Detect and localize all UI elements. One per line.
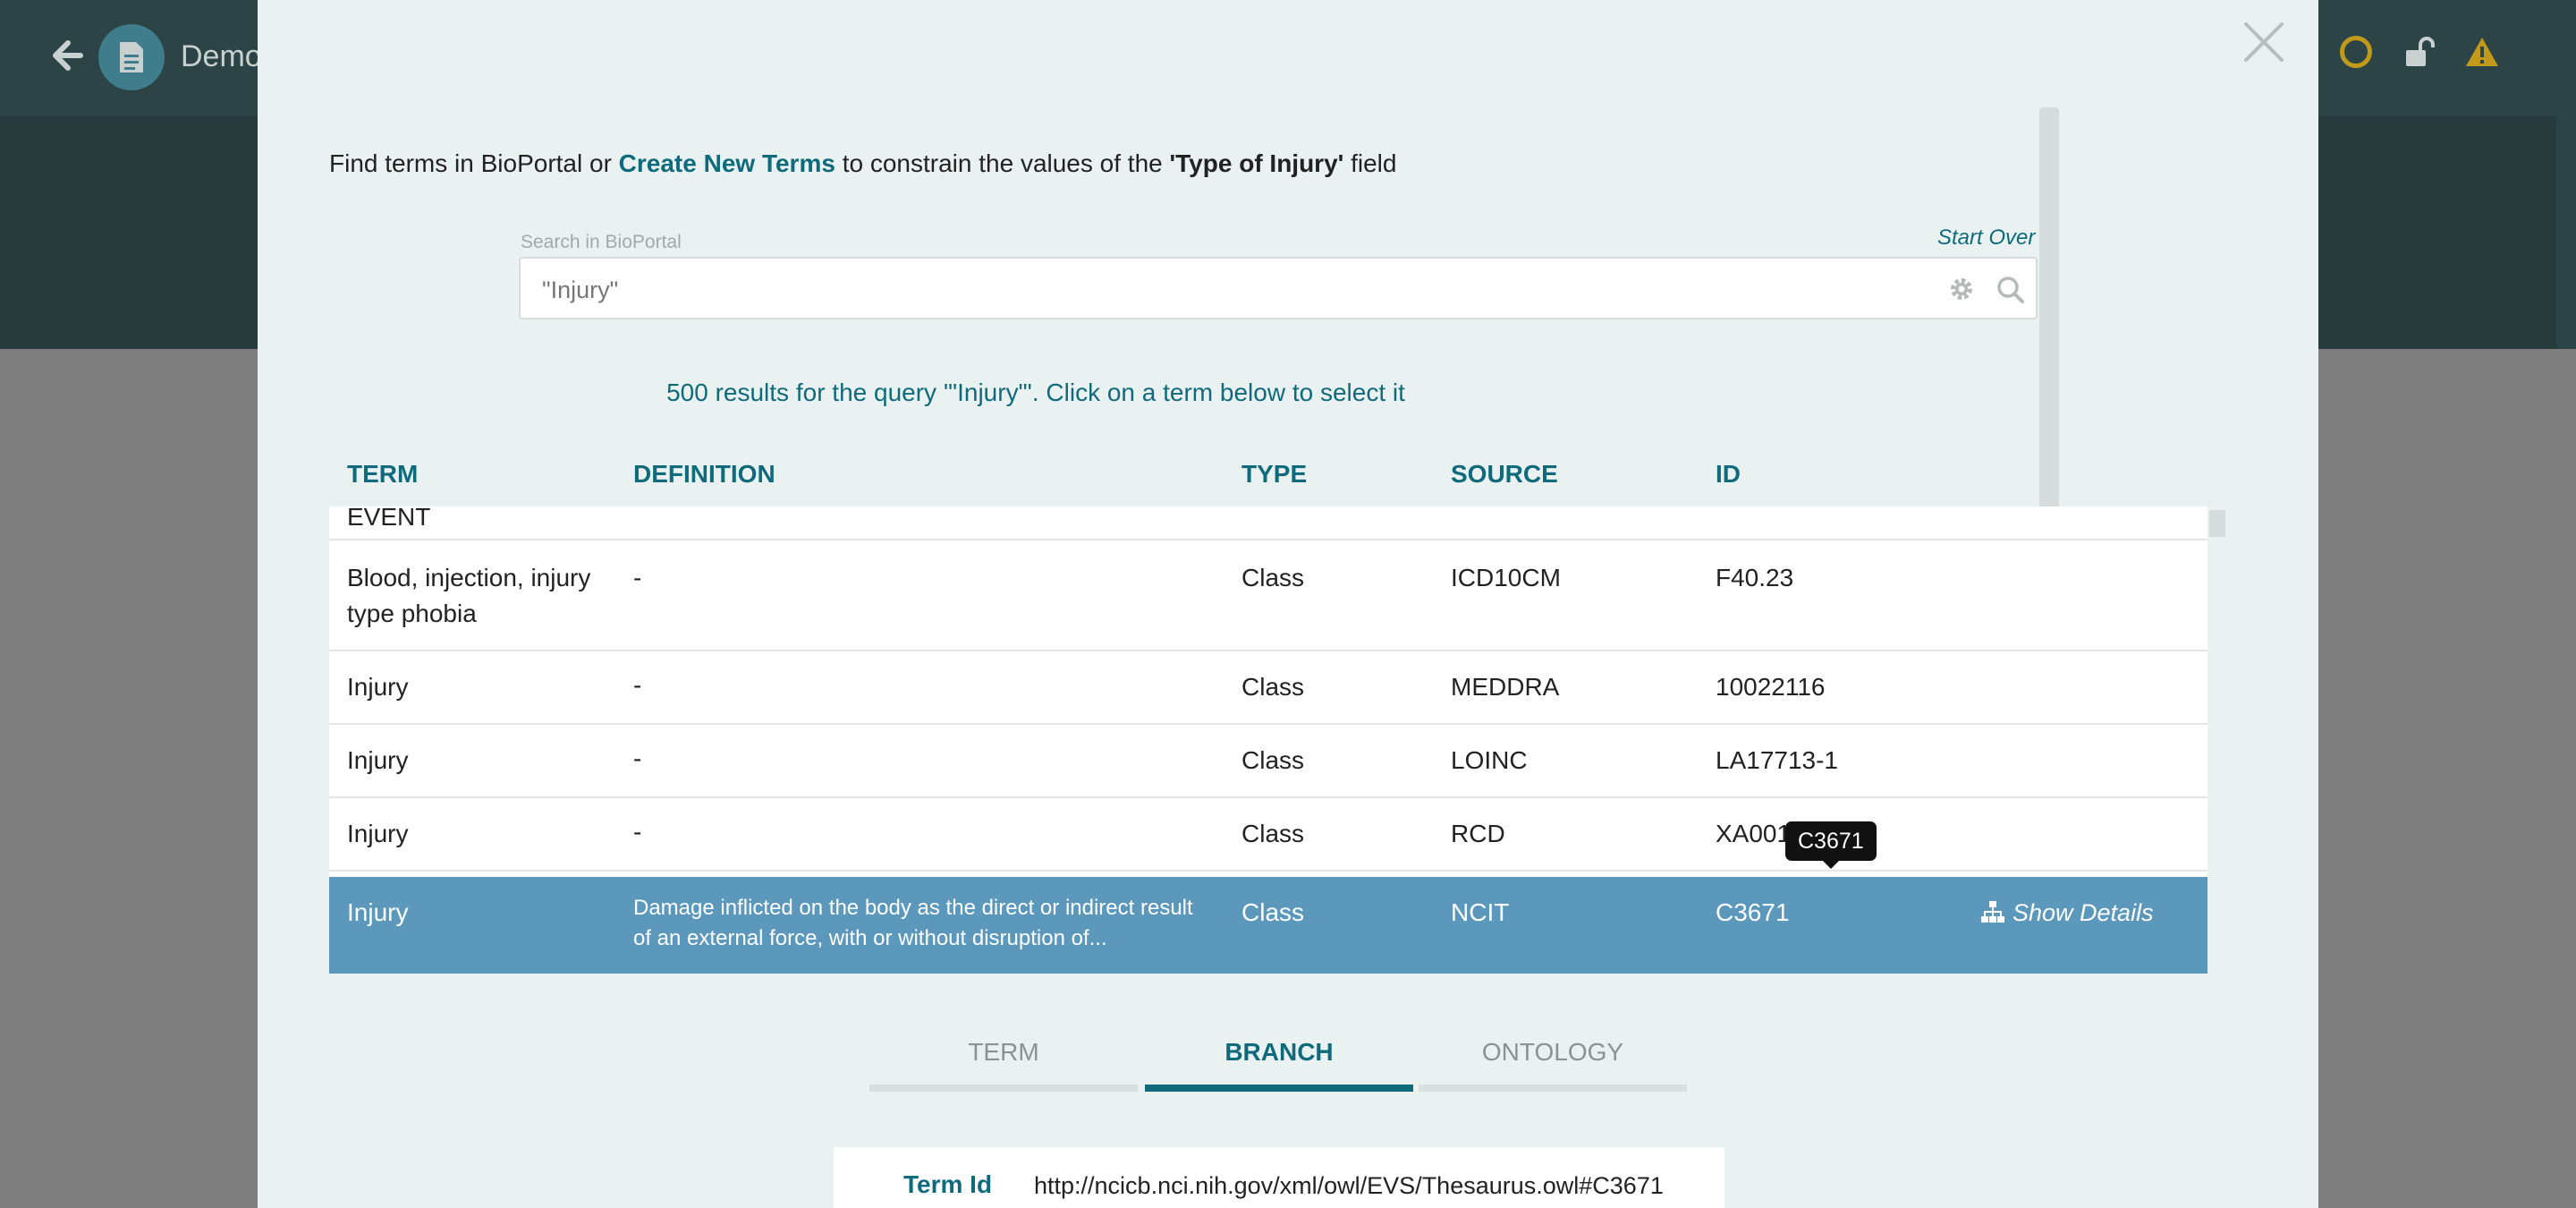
id-cell: XA001 [1716,820,1792,847]
table-row-selected[interactable]: Injury Damage inflicted on the body as t… [329,877,2207,974]
term-id-value: http://ncicb.nci.nih.gov/xml/owl/EVS/The… [1034,1172,1664,1199]
hierarchy-icon [1981,901,2004,923]
tab-ontology-indicator [1419,1085,1687,1092]
results-message: 500 results for the query '"Injury"'. Cl… [0,379,2061,407]
type-cell: Class [1241,820,1305,847]
definition-cell: - [633,744,642,772]
type-cell: Class [1241,746,1305,774]
results-message-text: 500 results for the query '"Injury"'. Cl… [666,379,1405,406]
definition-cell: - [633,564,642,591]
type-cell: Class [1241,898,1305,926]
term-id-label: Term Id [903,1170,993,1198]
show-details-label: Show Details [2012,899,2154,926]
definition-cell: - [633,818,642,846]
definition-cell: - [633,671,642,699]
search-icon[interactable] [1996,276,2025,304]
intro-prefix: Find terms in BioPortal or [329,149,612,177]
source-cell: ICD10CM [1451,564,1561,591]
id-cell: 10022116 [1716,673,1826,701]
close-icon[interactable] [2241,20,2286,64]
results-table: EVENT Blood, injection, injury type phob… [329,506,2207,974]
source-cell: LOINC [1451,746,1528,774]
term-cell: Injury [347,746,409,774]
term-cell: Injury [347,820,409,847]
term-cell: Injury [347,898,409,926]
intro-text: Find terms in BioPortal or Create New Te… [329,149,1396,178]
type-cell: Class [1241,673,1305,701]
term-cell: Injury [347,673,409,701]
tab-term[interactable]: TERM [869,1038,1138,1067]
gear-icon[interactable] [1948,276,1975,302]
term-detail-card: Term Id http://ncicb.nci.nih.gov/xml/owl… [834,1147,1724,1208]
source-cell: MEDDRA [1451,673,1560,701]
tooltip-arrow [1823,861,1839,869]
column-header-type[interactable]: TYPE [1241,460,1307,489]
id-tooltip: C3671 [1785,821,1877,861]
column-header-source[interactable]: SOURCE [1451,460,1558,489]
id-cell: F40.23 [1716,564,1794,591]
definition-cell: Damage inflicted on the body as the dire… [633,896,1193,950]
source-cell: NCIT [1451,898,1510,926]
create-new-terms-link[interactable]: Create New Terms [619,149,835,177]
type-cell: Class [1241,564,1305,591]
id-cell: C3671 [1716,898,1790,926]
intro-suffix: field [1351,149,1397,177]
table-row[interactable]: Injury - Class MEDDRA 10022116 [329,651,2207,725]
tab-ontology[interactable]: ONTOLOGY [1419,1038,1687,1067]
column-header-definition[interactable]: DEFINITION [633,460,775,489]
document-icon[interactable] [98,24,165,90]
column-header-id[interactable]: ID [1716,460,1741,489]
warning-icon[interactable] [2465,36,2499,68]
back-arrow-icon[interactable] [50,38,86,73]
table-row[interactable]: Blood, injection, injury type phobia - C… [329,542,2207,651]
unlock-icon[interactable] [2402,36,2435,68]
term-cell: Blood, injection, injury type phobia [347,564,591,627]
status-circle-icon[interactable] [2340,36,2372,68]
column-header-term[interactable]: TERM [347,460,418,489]
search-label: Search in BioPortal [521,232,682,252]
search-input[interactable] [542,275,1884,305]
field-name: 'Type of Injury' [1169,149,1344,177]
intro-middle: to constrain the values of the [842,149,1163,177]
background-panel-edge [2556,116,2576,349]
tab-branch[interactable]: BRANCH [1145,1038,1413,1067]
term-cell: EVENT [347,506,431,531]
table-row[interactable]: Injury - Class LOINC LA17713-1 [329,725,2207,798]
app-title: Demo [181,39,262,73]
table-row[interactable]: EVENT [329,506,2207,540]
source-cell: RCD [1451,820,1505,847]
search-box [519,257,2038,319]
tab-branch-indicator [1145,1085,1413,1092]
start-over-link[interactable]: Start Over [1937,225,2035,251]
show-details-button[interactable]: Show Details [1980,899,2154,927]
table-scrollbar[interactable] [2209,510,2225,537]
tab-term-indicator [869,1085,1138,1092]
id-cell: LA17713-1 [1716,746,1839,774]
table-row[interactable]: Injury - Class RCD XA001 [329,798,2207,872]
